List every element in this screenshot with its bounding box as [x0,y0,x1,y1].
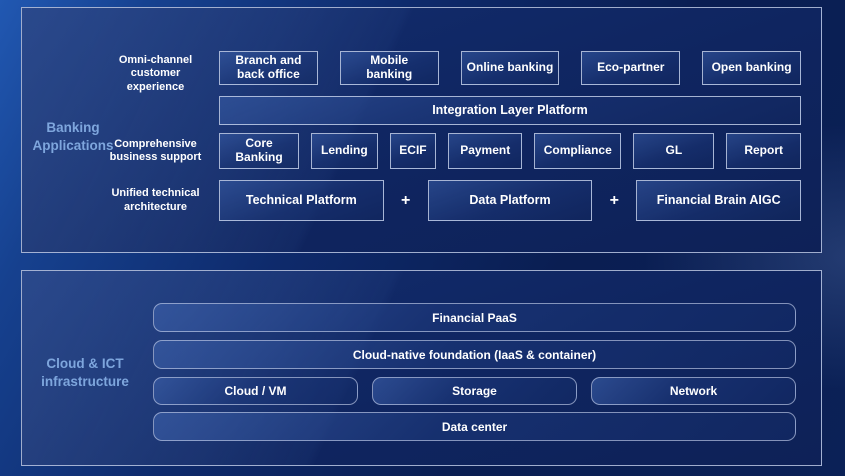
plus-separator: + [384,180,428,221]
bar-financial-paas: Financial PaaS [153,303,796,332]
box-financial-brain-aigc: Financial Brain AIGC [636,180,801,221]
box-gl: GL [633,133,714,169]
architecture-slide: Banking Applications Omni-channel custom… [0,0,845,476]
infrastructure-boxes-row: Cloud / VM Storage Network [153,377,796,405]
box-core-banking: Core Banking [219,133,299,169]
omni-channel-label: Omni-channel customer experience [101,54,219,94]
integration-layer-row: Integration Layer Platform [22,96,801,125]
box-network: Network [591,377,796,405]
cloud-ict-label: Cloud & ICT infrastructure [19,355,151,391]
financial-paas-row: Financial PaaS [153,303,796,332]
business-support-boxes: Core Banking Lending ECIF Payment Compli… [219,133,801,169]
bar-data-center: Data center [153,412,796,441]
box-compliance: Compliance [534,133,621,169]
plus-separator: + [592,180,636,221]
box-data-platform: Data Platform [428,180,593,221]
technical-architecture-boxes: Technical Platform + Data Platform + Fin… [219,180,801,221]
box-ecif: ECIF [390,133,437,169]
box-cloud-vm: Cloud / VM [153,377,358,405]
box-lending: Lending [311,133,378,169]
banking-applications-panel: Banking Applications Omni-channel custom… [21,7,822,253]
data-center-row: Data center [153,412,796,441]
integration-layer-label-cell [22,96,219,125]
box-payment: Payment [448,133,522,169]
integration-layer-boxes: Integration Layer Platform [219,96,801,125]
technical-architecture-label-cell: Unified technical architecture [22,180,219,221]
technical-architecture-row: Unified technical architecture Technical… [22,180,801,221]
business-support-label: Comprehensive business support [101,138,219,165]
omni-channel-label-cell: Omni-channel customer experience [22,51,219,85]
technical-architecture-label: Unified technical architecture [101,187,219,214]
box-integration-layer-platform: Integration Layer Platform [219,96,801,125]
business-support-label-cell: Comprehensive business support [22,133,219,169]
cloud-ict-panel: Cloud & ICT infrastructure Financial Paa… [21,270,822,466]
box-technical-platform: Technical Platform [219,180,384,221]
bar-cloud-native-foundation: Cloud-native foundation (IaaS & containe… [153,340,796,369]
box-open-banking: Open banking [702,51,801,85]
cloud-native-row: Cloud-native foundation (IaaS & containe… [153,340,796,369]
box-eco-partner: Eco-partner [581,51,680,85]
business-support-row: Comprehensive business support Core Bank… [22,133,801,169]
box-mobile-banking: Mobile banking [340,51,439,85]
box-online-banking: Online banking [461,51,560,85]
omni-channel-boxes: Branch and back office Mobile banking On… [219,51,801,85]
box-storage: Storage [372,377,577,405]
box-report: Report [726,133,801,169]
omni-channel-row: Omni-channel customer experience Branch … [22,51,801,85]
box-branch-and-back-office: Branch and back office [219,51,318,85]
